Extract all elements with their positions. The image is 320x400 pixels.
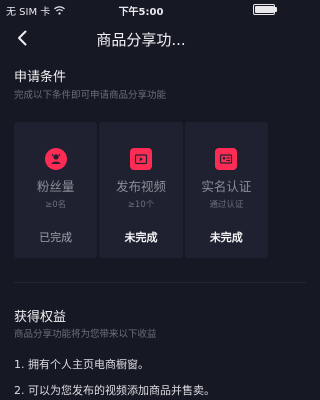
status-time: 下午5:00: [118, 7, 164, 18]
requirement-name: 粉丝量: [36, 179, 75, 194]
requirement-name: 实名认证: [201, 179, 252, 194]
benefits-title: 获得权益: [14, 310, 67, 325]
requirement-card-fans: 粉丝量 ≥0名 已完成: [14, 122, 98, 258]
page-title: 商品分享功...: [96, 31, 186, 49]
requirement-card-realname: 实名认证 通过认证 未完成: [184, 122, 268, 258]
id-card-icon: [215, 148, 238, 170]
section-divider: [14, 282, 306, 283]
benefit-item: 1. 拥有个人主页电商橱窗。: [14, 358, 149, 371]
requirement-threshold: ≥0名: [45, 200, 67, 210]
video-icon: [129, 148, 152, 170]
benefit-item: 2. 可以为您发布的视频添加商品并售卖。: [14, 384, 215, 397]
fans-icon: [44, 148, 67, 170]
requirements-subtitle: 完成以下条件即可申请商品分享功能: [14, 90, 167, 101]
nav-bar: 商品分享功...: [0, 22, 282, 54]
requirement-threshold: ≥10个: [127, 200, 155, 210]
requirement-threshold: 通过认证: [209, 200, 244, 210]
requirements-title: 申请条件: [14, 70, 67, 85]
requirement-status: 未完成: [209, 231, 243, 244]
status-bar: 无 SIM 卡 下午5:00: [0, 0, 282, 18]
requirement-card-videos: 发布视频 ≥10个 未完成: [99, 122, 183, 258]
requirement-status: 未完成: [124, 231, 158, 244]
requirement-name: 发布视频: [115, 179, 166, 194]
benefits-subtitle: 商品分享功能将为您带来以下收益: [14, 329, 157, 340]
battery-level-fill: [255, 6, 274, 13]
requirement-cards: 粉丝量 ≥0名 已完成 发布视频 ≥10个 未完成 实名认证 通过认证 未完成: [14, 122, 268, 258]
battery-icon: [253, 4, 277, 15]
requirement-status: 已完成: [39, 231, 73, 244]
